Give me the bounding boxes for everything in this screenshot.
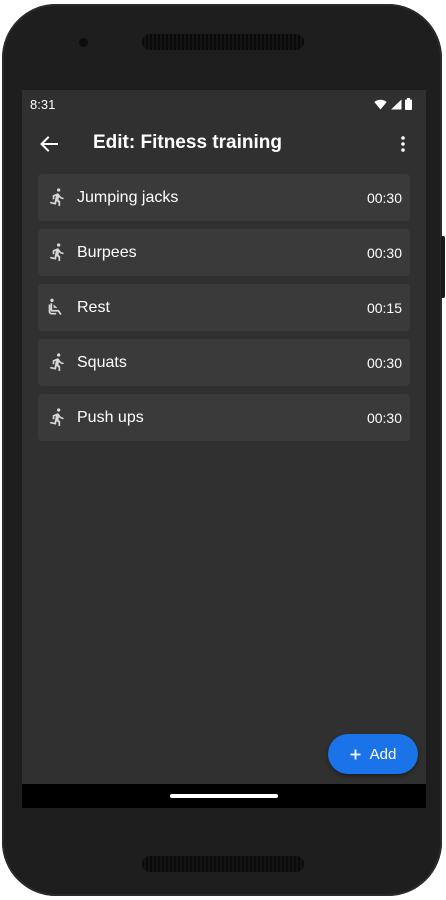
- exercise-label: Rest: [77, 299, 110, 316]
- app-toolbar: Edit: Fitness training: [22, 116, 426, 172]
- overflow-menu-button[interactable]: [390, 127, 416, 161]
- power-button: [441, 236, 445, 298]
- run-icon: [50, 353, 64, 371]
- exercise-item-jumping-jacks[interactable]: Jumping jacks 00:30: [38, 174, 410, 221]
- page-title: Edit: Fitness training: [93, 132, 282, 153]
- cell-signal-icon: [391, 99, 402, 109]
- plus-icon: [350, 749, 361, 759]
- bottom-speaker: [142, 856, 304, 872]
- phone-frame: 8:31 Edit: Fitness training Jumping jack…: [2, 4, 442, 896]
- run-icon: [50, 243, 64, 261]
- exercise-duration: 00:15: [366, 300, 402, 316]
- exercise-item-rest[interactable]: Rest 00:15: [38, 284, 410, 331]
- back-button[interactable]: [32, 127, 66, 161]
- exercise-label: Push ups: [77, 409, 144, 426]
- exercise-label: Burpees: [77, 244, 137, 261]
- exercise-label: Jumping jacks: [77, 189, 179, 206]
- exercise-duration: 00:30: [366, 245, 402, 261]
- wifi-icon: [374, 99, 387, 109]
- seat-icon: [48, 298, 62, 315]
- exercise-duration: 00:30: [366, 190, 402, 206]
- exercise-list: Jumping jacks 00:30 Burpees 00:30 Rest 0…: [38, 174, 410, 449]
- run-icon: [50, 188, 64, 206]
- exercise-duration: 00:30: [366, 355, 402, 371]
- run-icon: [50, 408, 64, 426]
- top-speaker: [142, 34, 304, 50]
- add-button-label: Add: [369, 745, 397, 763]
- exercise-item-push-ups[interactable]: Push ups 00:30: [38, 394, 410, 441]
- exercise-duration: 00:30: [366, 410, 402, 426]
- home-gesture-handle[interactable]: [170, 794, 278, 798]
- exercise-item-burpees[interactable]: Burpees 00:30: [38, 229, 410, 276]
- status-time: 8:31: [30, 97, 56, 112]
- battery-icon: [405, 98, 412, 110]
- navigation-bar: [22, 784, 426, 808]
- screen: 8:31 Edit: Fitness training Jumping jack…: [22, 90, 426, 808]
- front-camera: [79, 38, 88, 47]
- status-bar: 8:31: [22, 90, 426, 116]
- status-icons: [374, 98, 412, 110]
- arrow-back-icon: [40, 136, 58, 152]
- more-vert-icon: [401, 136, 405, 152]
- add-button[interactable]: Add: [328, 734, 418, 774]
- exercise-label: Squats: [77, 354, 127, 371]
- exercise-item-squats[interactable]: Squats 00:30: [38, 339, 410, 386]
